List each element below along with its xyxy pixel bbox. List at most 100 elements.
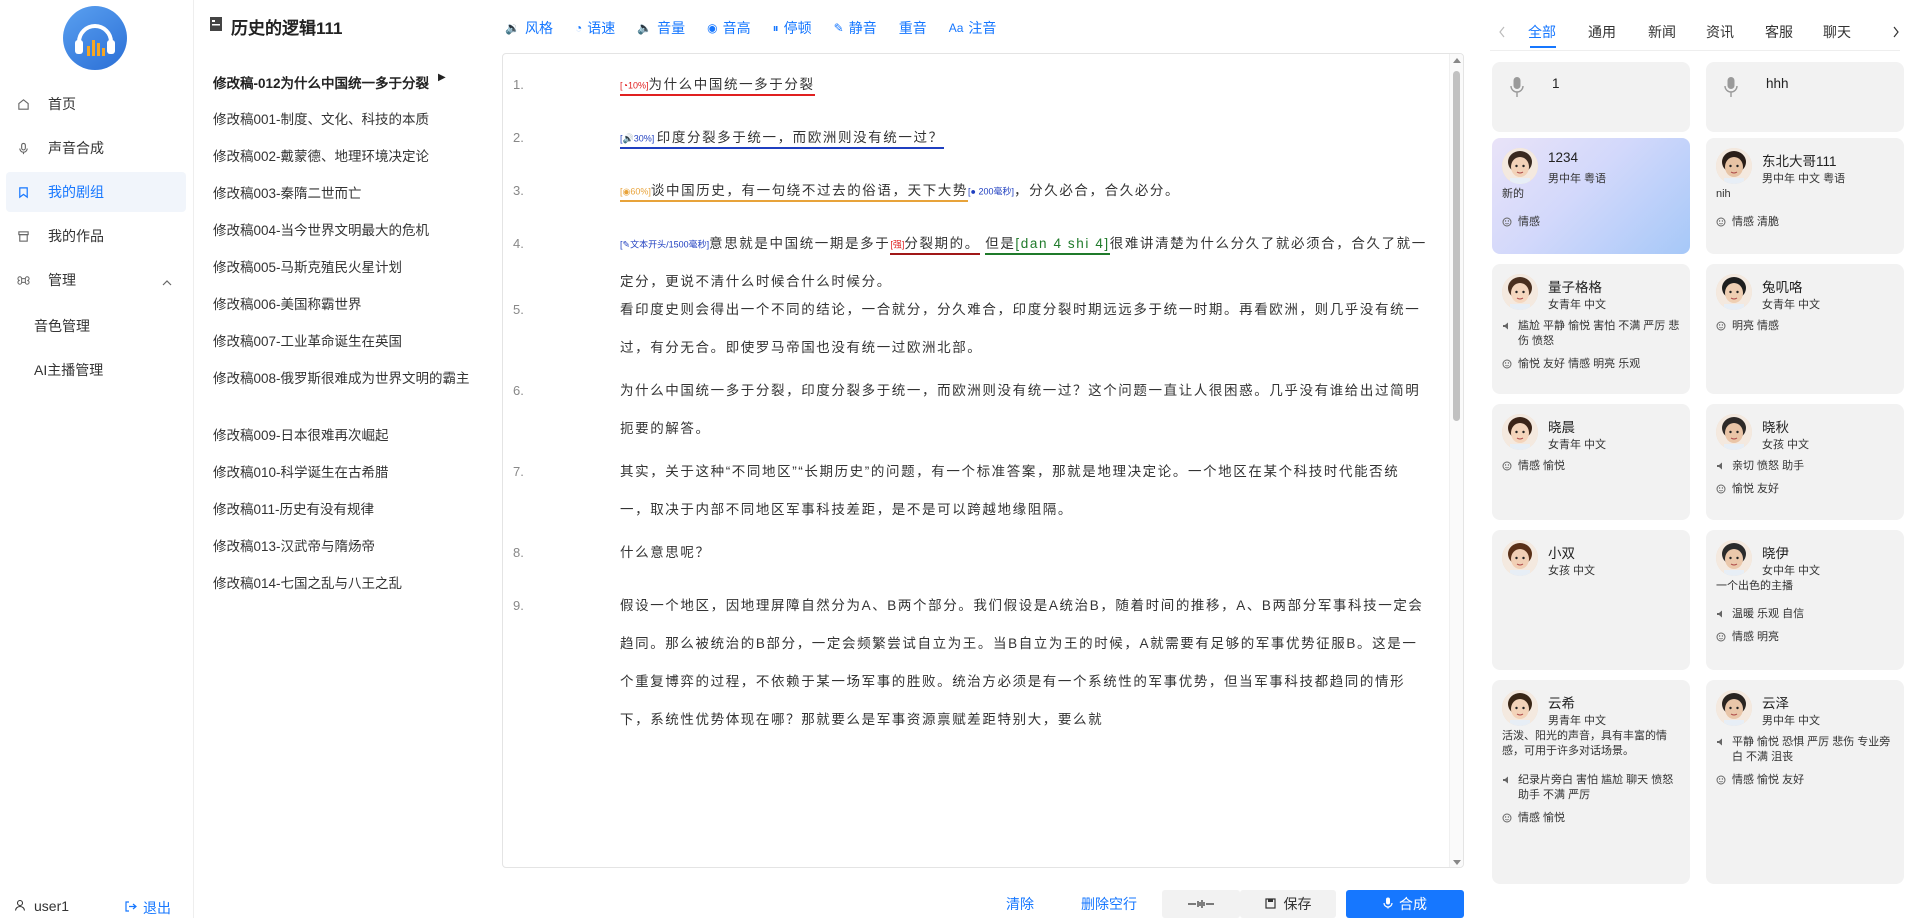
voice-name: hhh <box>1766 76 1789 91</box>
document-item[interactable]: 修改稿004-当今世界文明最大的危机 <box>213 219 473 242</box>
document-item[interactable]: 修改稿008-俄罗斯很难成为世界文明的霸主 <box>213 367 473 390</box>
voice-card[interactable]: 小双 女孩 中文 <box>1492 530 1690 670</box>
voice-tab[interactable]: 全部 <box>1528 22 1556 42</box>
voice-card[interactable]: hhh <box>1706 62 1904 132</box>
toolbar-pause-button[interactable]: ⏸ 停顿 <box>773 18 812 38</box>
speed-marked-text[interactable]: [◔10%]为什么中国统一多于分裂 <box>620 77 815 96</box>
editor-scrollbar[interactable] <box>1449 54 1463 867</box>
document-item-active[interactable]: 修改稿-012为什么中国统一多于分裂 <box>213 72 473 95</box>
stress-marked-text[interactable]: [强]分裂期的。 <box>890 236 980 255</box>
document-item[interactable]: 修改稿005-马斯克殖民火星计划 <box>213 256 473 279</box>
document-item[interactable]: 修改稿003-秦隋二世而亡 <box>213 182 473 205</box>
toolbar-pitch-button[interactable]: ◉ 音高 <box>707 18 750 38</box>
project-title-text: 历史的逻辑111 <box>231 19 343 38</box>
avatar <box>1502 148 1538 184</box>
silence-tag[interactable]: [✎文本开头/1500毫秒] <box>620 239 709 249</box>
save-icon <box>1264 896 1276 912</box>
nav-my-works[interactable]: 我的作品 <box>6 216 186 256</box>
document-item[interactable]: 修改稿007-工业革命诞生在英国 <box>213 330 473 353</box>
toolbar-stress-button[interactable]: 重音 <box>899 18 927 38</box>
document-item[interactable]: 修改稿001-制度、文化、科技的本质 <box>213 108 473 131</box>
book-icon <box>16 185 30 199</box>
document-item[interactable]: 修改稿006-美国称霸世界 <box>213 293 473 316</box>
line-number: 5. <box>513 302 524 317</box>
pitch-tag[interactable]: [◉60%] <box>620 186 651 196</box>
voice-tag-text: 尴尬 平静 愉悦 害怕 不满 严厉 悲伤 愤怒 <box>1518 320 1680 347</box>
voice-card[interactable]: 云希 男青年 中文 活泼、阳光的声音，具有丰富的情感，可用于许多对话场景。 纪录片旁白… <box>1492 680 1690 884</box>
voice-card[interactable]: 兔叽咯 女青年 中文 明亮 情感 <box>1706 264 1904 394</box>
pinyin-marked-text[interactable]: 但是[dan 4 shi 4] <box>985 236 1110 255</box>
toolbar-volume-label: 音量 <box>657 20 686 36</box>
line-number: 4. <box>513 236 524 251</box>
toolbar-style-button[interactable]: 🔉 风格 <box>505 18 553 38</box>
toolbar-speed-button[interactable]: ◔ 语速 <box>575 18 615 38</box>
voice-tab[interactable]: 资讯 <box>1706 22 1734 42</box>
nav-timbre-manage[interactable]: 音色管理 <box>34 316 90 336</box>
speed-tag[interactable]: [◔10%] <box>620 80 648 90</box>
line-text: 看印度史则会得出一个不同的结论，一合就分，分久难合，印度分裂时期远远多于统一时期… <box>620 302 1421 355</box>
voice-name: 1 <box>1552 76 1560 91</box>
nav-voice-synthesis[interactable]: 声音合成 <box>6 128 186 168</box>
voice-card[interactable]: 东北大哥111 男中年 中文 粤语 nih 情感 清脆 <box>1706 138 1904 254</box>
toolbar-pinyin-label: 注音 <box>968 20 997 36</box>
pitch-marked-text[interactable]: [◉60%]谈中国历史，有一句绕不过去的俗语，天下大势 <box>620 183 969 202</box>
line-1-text: 为什么中国统一多于分裂 <box>648 77 815 92</box>
voice-tab[interactable]: 客服 <box>1765 22 1793 42</box>
nav-home[interactable]: 首页 <box>6 84 186 124</box>
nav-voice-synthesis-label: 声音合成 <box>48 140 104 156</box>
document-item[interactable]: 修改稿002-戴蒙德、地理环境决定论 <box>213 145 473 168</box>
emotion-icon <box>1716 484 1726 494</box>
volume-marked-text[interactable]: [🔊30%] 印度分裂多于统一，而欧洲则没有统一过？ <box>620 130 944 149</box>
voice-card-selected[interactable]: 1234 男中年 粤语 新的 情感 <box>1492 138 1690 254</box>
text-editor[interactable]: 1. [◔10%]为什么中国统一多于分裂 2. [🔊30%] 印度分裂多于统一，… <box>502 53 1464 868</box>
voice-tags: 愉悦 友好 <box>1716 482 1900 497</box>
side-nav: 首页 声音合成 我的剧组 我的作品 管理 音色管理 AI主播管理 user1 退… <box>0 0 194 918</box>
logout-icon <box>124 900 137 916</box>
voice-card[interactable]: 晓秋 女孩 中文 亲切 愤怒 助手 愉悦 友好 <box>1706 404 1904 520</box>
document-item[interactable]: 修改稿011-历史有没有规律 <box>213 498 473 521</box>
voice-tab[interactable]: 新闻 <box>1648 22 1676 42</box>
voice-tab[interactable]: 聊天 <box>1823 22 1851 42</box>
toolbar-pitch-label: 音高 <box>722 20 751 36</box>
voice-card[interactable]: 量子格格 女青年 中文 尴尬 平静 愉悦 害怕 不满 严厉 悲伤 愤怒 愉悦 友好 情… <box>1492 264 1690 394</box>
voice-tab[interactable]: 通用 <box>1588 22 1616 42</box>
toolbar-pinyin-button[interactable]: Aa 注音 <box>949 18 997 38</box>
voice-card[interactable]: 晓伊 女中年 中文 一个出色的主播 温暖 乐观 自信 情感 明亮 <box>1706 530 1904 670</box>
voice-tag-text: 情感 愉悦 <box>1518 460 1566 472</box>
app-logo <box>63 6 127 70</box>
stress-tag[interactable]: [强] <box>890 239 904 249</box>
voice-tag-text: 愉悦 友好 情感 明亮 乐观 <box>1518 358 1641 370</box>
save-button[interactable]: 保存 <box>1240 890 1336 918</box>
chevron-left-icon[interactable] <box>1498 25 1506 41</box>
pause-tag[interactable]: [● 200毫秒] <box>968 186 1014 196</box>
document-item[interactable]: 修改稿013-汉武帝与隋炀帝 <box>213 535 473 558</box>
audio-preview-button[interactable] <box>1162 890 1240 918</box>
chevron-right-icon[interactable] <box>1892 25 1900 41</box>
toolbar-volume-button[interactable]: 🔈 音量 <box>637 18 685 38</box>
document-item[interactable]: 修改稿014-七国之乱与八王之乱 <box>213 572 473 595</box>
scrollbar-thumb[interactable] <box>1453 71 1460 421</box>
logout-button[interactable]: 退出 <box>124 898 171 918</box>
avatar <box>1716 690 1752 726</box>
pinyin-tag[interactable]: [dan 4 shi 4] <box>1015 236 1109 251</box>
scroll-up-icon[interactable] <box>1453 58 1461 63</box>
line-number: 8. <box>513 545 524 560</box>
voice-card[interactable]: 晓晨 女青年 中文 情感 愉悦 <box>1492 404 1690 520</box>
pinyin-icon: Aa <box>948 21 964 35</box>
delete-blank-lines-button[interactable]: 删除空行 <box>1066 890 1152 918</box>
synthesize-button[interactable]: 合成 <box>1346 890 1464 918</box>
nav-my-crew[interactable]: 我的剧组 <box>6 172 186 212</box>
volume-tag[interactable]: [🔊30%] <box>620 133 657 143</box>
avatar <box>1502 540 1538 576</box>
line-text: 其实，关于这种“不同地区”“长期历史”的问题，有一个标准答案，那就是地理决定论。… <box>620 464 1400 517</box>
nav-ai-anchor-manage[interactable]: AI主播管理 <box>34 360 103 380</box>
voice-card[interactable]: 云泽 男中年 中文 平静 愉悦 恐惧 严厉 悲伤 专业旁白 不满 沮丧 情感 愉悦 友… <box>1706 680 1904 884</box>
document-item[interactable]: 修改稿009-日本很难再次崛起 <box>213 424 473 447</box>
toolbar-silence-button[interactable]: ✎ 静音 <box>834 18 877 38</box>
voice-card[interactable]: 1 <box>1492 62 1690 132</box>
clear-button[interactable]: 清除 <box>990 890 1050 918</box>
scroll-down-icon[interactable] <box>1453 860 1461 865</box>
document-item[interactable]: 修改稿010-科学诞生在古希腊 <box>213 461 473 484</box>
voice-meta: 女青年 中文 <box>1548 299 1607 311</box>
nav-manage[interactable]: 管理 <box>6 260 186 300</box>
